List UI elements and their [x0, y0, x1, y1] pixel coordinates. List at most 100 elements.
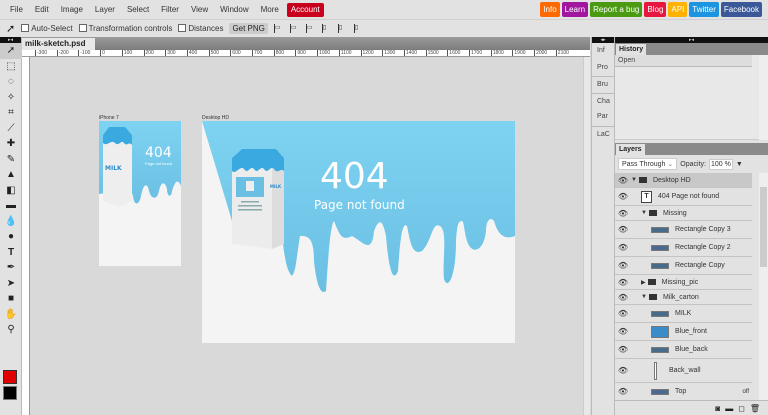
type-tool-icon[interactable]: T: [0, 245, 22, 261]
align-right-icon[interactable]: ▭: [305, 24, 316, 33]
visibility-eye-icon[interactable]: 👁: [615, 209, 631, 218]
link-blog[interactable]: Blog: [644, 2, 667, 17]
canvas-vertical-scrollbar[interactable]: [583, 57, 590, 415]
new-layer-icon[interactable]: ◻: [738, 404, 745, 413]
menu-layer[interactable]: Layer: [89, 0, 121, 19]
panel-character[interactable]: Cha: [592, 92, 614, 110]
panel-paragraph[interactable]: Par: [592, 109, 614, 126]
menu-view[interactable]: View: [185, 0, 214, 19]
menu-file[interactable]: File: [4, 0, 29, 19]
visibility-eye-icon[interactable]: 👁: [615, 366, 631, 375]
layers-scrollbar[interactable]: [759, 173, 768, 400]
eyedropper-icon[interactable]: ⟋: [0, 121, 22, 137]
canvas-area[interactable]: iPhone 7 MILK 404 Page not found Desktop…: [30, 57, 583, 415]
layer-row[interactable]: 👁 ▼ Missing: [615, 206, 752, 221]
tab-milk-sketch[interactable]: milk-sketch.psd ✕: [22, 38, 95, 60]
eraser-icon[interactable]: ◧: [0, 183, 22, 199]
link-info[interactable]: Info: [540, 2, 560, 17]
menu-filter[interactable]: Filter: [155, 0, 185, 19]
account-button[interactable]: Account: [286, 2, 324, 17]
background-color-swatch[interactable]: [3, 386, 17, 400]
panel-info[interactable]: Inf: [592, 43, 614, 60]
layer-row[interactable]: 👁 Blue_back: [615, 341, 752, 359]
delete-layer-icon[interactable]: 🗑: [750, 404, 760, 413]
move-tool-icon[interactable]: ➚: [0, 43, 22, 59]
artboard-iphone[interactable]: MILK 404 Page not found: [99, 121, 181, 266]
visibility-eye-icon[interactable]: 👁: [615, 345, 631, 354]
marquee-tool-icon[interactable]: ⬚: [0, 59, 22, 75]
menu-window[interactable]: Window: [214, 0, 254, 19]
expand-arrow-down-icon[interactable]: ▼: [641, 294, 647, 300]
layer-row[interactable]: 👁 Rectangle Copy 3: [615, 221, 752, 239]
crop-tool-icon[interactable]: ⌗: [0, 105, 22, 121]
artboard-desktop[interactable]: MILK 404 Page not found: [202, 121, 515, 343]
get-png-button[interactable]: Get PNG: [229, 23, 268, 34]
visibility-eye-icon[interactable]: 👁: [615, 387, 631, 396]
align-middle-icon[interactable]: ▯: [337, 24, 348, 33]
menu-more[interactable]: More: [255, 0, 285, 19]
link-report-a-bug[interactable]: Report a bug: [590, 2, 643, 17]
mask-icon[interactable]: ◙: [715, 404, 720, 413]
visibility-eye-icon[interactable]: 👁: [615, 243, 631, 252]
brush-tool-icon[interactable]: ✎: [0, 152, 22, 168]
panel-layer-comps[interactable]: LaC: [592, 125, 614, 143]
visibility-eye-icon[interactable]: 👁: [615, 278, 631, 287]
stamp-tool-icon[interactable]: ▲: [0, 167, 22, 183]
menu-image[interactable]: Image: [55, 0, 89, 19]
panel-brush[interactable]: Bru: [592, 76, 614, 93]
layer-row[interactable]: 👁 Top off: [615, 383, 752, 400]
healing-brush-icon[interactable]: ✚: [0, 136, 22, 152]
expand-arrow-down-icon[interactable]: ▼: [641, 210, 647, 216]
blur-tool-icon[interactable]: 💧: [0, 214, 22, 230]
link-facebook[interactable]: Facebook: [720, 2, 762, 17]
panel-properties[interactable]: Pro: [592, 60, 614, 77]
align-center-icon[interactable]: ▭: [289, 24, 300, 33]
visibility-eye-icon[interactable]: 👁: [615, 225, 631, 234]
layer-row[interactable]: 👁 ▼ Milk_carton: [615, 290, 752, 305]
visibility-eye-icon[interactable]: 👁: [615, 176, 631, 185]
distances-checkbox[interactable]: Distances: [178, 24, 223, 33]
transformation-controls-checkbox[interactable]: Transformation controls: [78, 24, 172, 33]
gradient-tool-icon[interactable]: ▬: [0, 198, 22, 214]
layer-row[interactable]: 👁 Blue_front: [615, 323, 752, 341]
pen-tool-icon[interactable]: ✒: [0, 260, 22, 276]
layer-row[interactable]: 👁 ▼ Desktop HD: [615, 173, 752, 188]
history-item-open[interactable]: Open: [615, 55, 752, 67]
tab-layers[interactable]: Layers: [616, 144, 645, 155]
expand-arrow-right-icon[interactable]: ▶: [641, 279, 646, 286]
shape-tool-icon[interactable]: ■: [0, 291, 22, 307]
layer-row[interactable]: 👁 T 404 Page not found: [615, 188, 752, 206]
path-select-icon[interactable]: ➤: [0, 276, 22, 292]
blend-mode-select[interactable]: Pass Through ⌄: [618, 158, 678, 170]
opacity-dropdown-icon[interactable]: ▼: [736, 161, 743, 168]
dodge-tool-icon[interactable]: ●: [0, 229, 22, 245]
layer-row[interactable]: 👁 ▶ Missing_pic: [615, 275, 752, 290]
layer-row[interactable]: 👁 MILK: [615, 305, 752, 323]
menu-edit[interactable]: Edit: [29, 0, 55, 19]
zoom-tool-icon[interactable]: ⚲: [0, 322, 22, 338]
layer-row[interactable]: 👁 Rectangle Copy 2: [615, 239, 752, 257]
link-api[interactable]: API: [668, 2, 688, 17]
link-twitter[interactable]: Twitter: [689, 2, 719, 17]
visibility-eye-icon[interactable]: 👁: [615, 192, 631, 201]
magic-wand-icon[interactable]: ✧: [0, 90, 22, 106]
link-learn[interactable]: Learn: [561, 2, 589, 17]
opacity-input[interactable]: 100 %: [708, 158, 733, 170]
visibility-eye-icon[interactable]: 👁: [615, 327, 631, 336]
visibility-eye-icon[interactable]: 👁: [615, 309, 631, 318]
tab-history[interactable]: History: [616, 44, 647, 55]
lasso-tool-icon[interactable]: ◌: [0, 74, 22, 90]
menu-select[interactable]: Select: [121, 0, 155, 19]
visibility-eye-icon[interactable]: 👁: [615, 261, 631, 270]
hand-tool-icon[interactable]: ✋: [0, 307, 22, 323]
layer-row[interactable]: 👁 Back_wall: [615, 359, 752, 383]
foreground-color-swatch[interactable]: [3, 370, 17, 384]
align-bottom-icon[interactable]: ▯: [353, 24, 364, 33]
history-scrollbar[interactable]: [759, 55, 768, 140]
new-group-icon[interactable]: ▬: [725, 404, 733, 413]
auto-select-checkbox[interactable]: Auto-Select: [21, 24, 73, 33]
align-left-icon[interactable]: ▭: [273, 24, 284, 33]
visibility-eye-icon[interactable]: 👁: [615, 293, 631, 302]
layer-row[interactable]: 👁 Rectangle Copy: [615, 257, 752, 275]
align-top-icon[interactable]: ▯: [321, 24, 332, 33]
